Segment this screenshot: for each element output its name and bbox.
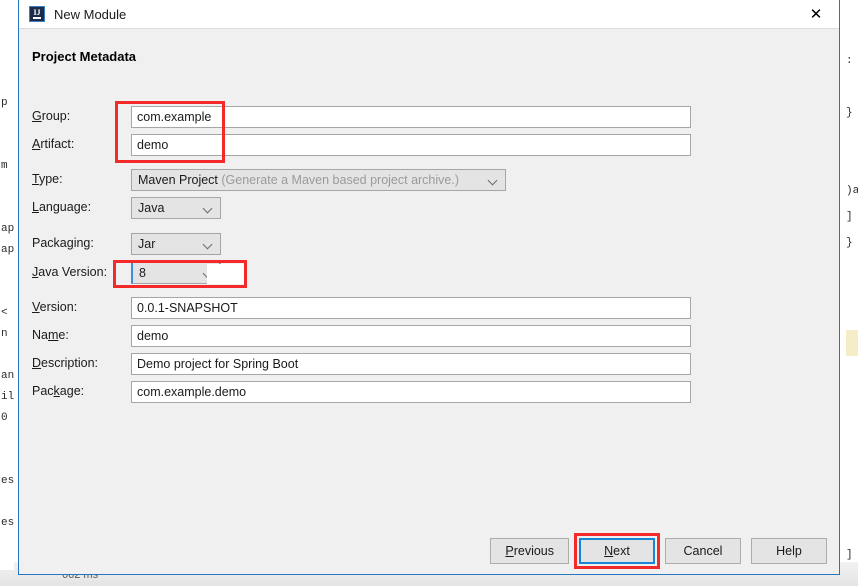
background-code-line [846,74,858,100]
background-code-line [0,51,14,72]
label-version: Version: [32,300,78,314]
label-type: Type: [32,172,63,186]
background-code-line: } [846,237,853,249]
help-button-wrap: Help [751,538,827,564]
background-code-line [0,30,14,51]
background-code-line: es [1,517,14,529]
label-artifact: Artifact: [32,137,75,151]
previous-button[interactable]: Previous [490,538,569,564]
chevron-down-icon [489,177,498,186]
label-description: Description: [32,356,99,370]
background-code-line [846,152,858,178]
background-code-line [846,516,858,542]
next-button[interactable]: Next [579,538,655,564]
language-dropdown-value: Java [138,201,165,215]
dialog-title: New Module [54,6,127,22]
section-title: Project Metadata [32,49,137,64]
background-code-line [0,429,14,450]
background-code-line: m [1,160,8,172]
close-icon[interactable]: ✕ [793,0,839,28]
label-name: Name: [32,328,69,342]
cancel-button[interactable]: Cancel [665,538,741,564]
background-code-line [0,345,14,366]
java-version-dropdown-value: 8 [139,266,146,280]
background-code-line [0,261,14,282]
cancel-button-wrap: Cancel [665,538,741,564]
description-input[interactable]: Demo project for Spring Boot [131,353,691,375]
name-input[interactable]: demo [131,325,691,347]
packaging-dropdown[interactable]: Jar [131,233,221,255]
background-code-line [0,72,14,93]
background-code-line: ] [846,211,853,223]
label-language: Language: [32,200,92,214]
dialog-body: Project Metadata Group: com.example Artifa… [19,29,839,574]
previous-button-wrap: Previous [490,538,569,564]
background-code-line [846,282,858,308]
background-code-line [0,114,14,135]
background-editor-highlight [846,330,858,356]
dialog-button-bar: Previous Next Cancel Help [490,533,827,569]
background-code-line: < [1,307,8,319]
java-version-filler [207,264,245,284]
background-code-line [846,126,858,152]
label-group: Group: [32,109,71,123]
background-code-line: ap [1,223,14,235]
dialog-titlebar: IJ New Module ✕ [19,0,839,29]
background-code-line [0,177,14,198]
background-code-line: } [846,107,853,119]
label-packaging: Packaging: [32,236,94,250]
label-package: Package: [32,384,85,398]
type-dropdown-value: Maven Project (Generate a Maven based pr… [138,173,460,187]
background-code-line: ] [846,549,853,561]
background-code-line [0,135,14,156]
help-button[interactable]: Help [751,538,827,564]
next-button-wrap: Next [574,533,660,569]
intellij-idea-icon: IJ [29,6,45,22]
packaging-dropdown-value: Jar [138,237,156,251]
language-dropdown[interactable]: Java [131,197,221,219]
background-code-line: )a [846,185,858,197]
background-code-line [846,438,858,464]
new-module-dialog: IJ New Module ✕ Project Metadata Group: c… [18,0,840,575]
background-code-line: 0 [1,412,8,424]
background-code-line [0,198,14,219]
group-input[interactable]: com.example [131,106,691,128]
background-code-line: n [1,328,8,340]
background-code-line [846,412,858,438]
background-code-line [846,22,858,48]
chevron-down-icon [204,205,213,214]
package-input[interactable]: com.example.demo [131,381,691,403]
background-editor-left: p m ap ap < n an il 0 es es [0,30,14,570]
type-dropdown[interactable]: Maven Project (Generate a Maven based pr… [131,169,506,191]
background-code-line: il [1,391,14,403]
background-code-line: p [1,97,8,109]
label-java-version: Java Version: [32,265,108,279]
type-dropdown-hint: (Generate a Maven based project archive.… [217,173,460,187]
artifact-input[interactable]: demo [131,134,691,156]
background-code-line [846,256,858,282]
version-input[interactable]: 0.0.1-SNAPSHOT [131,297,691,319]
background-code-line: ap [1,244,14,256]
background-code-line [0,492,14,513]
background-code-line [846,386,858,412]
background-code-line [0,282,14,303]
background-code-line [846,464,858,490]
background-editor-right: :} )a]}] [846,22,858,562]
background-code-line [846,360,858,386]
background-code-line: : [846,55,853,67]
chevron-down-icon [204,241,213,250]
background-code-line [0,450,14,471]
background-code-line: es [1,475,14,487]
background-code-line [846,490,858,516]
background-code-line: an [1,370,14,382]
